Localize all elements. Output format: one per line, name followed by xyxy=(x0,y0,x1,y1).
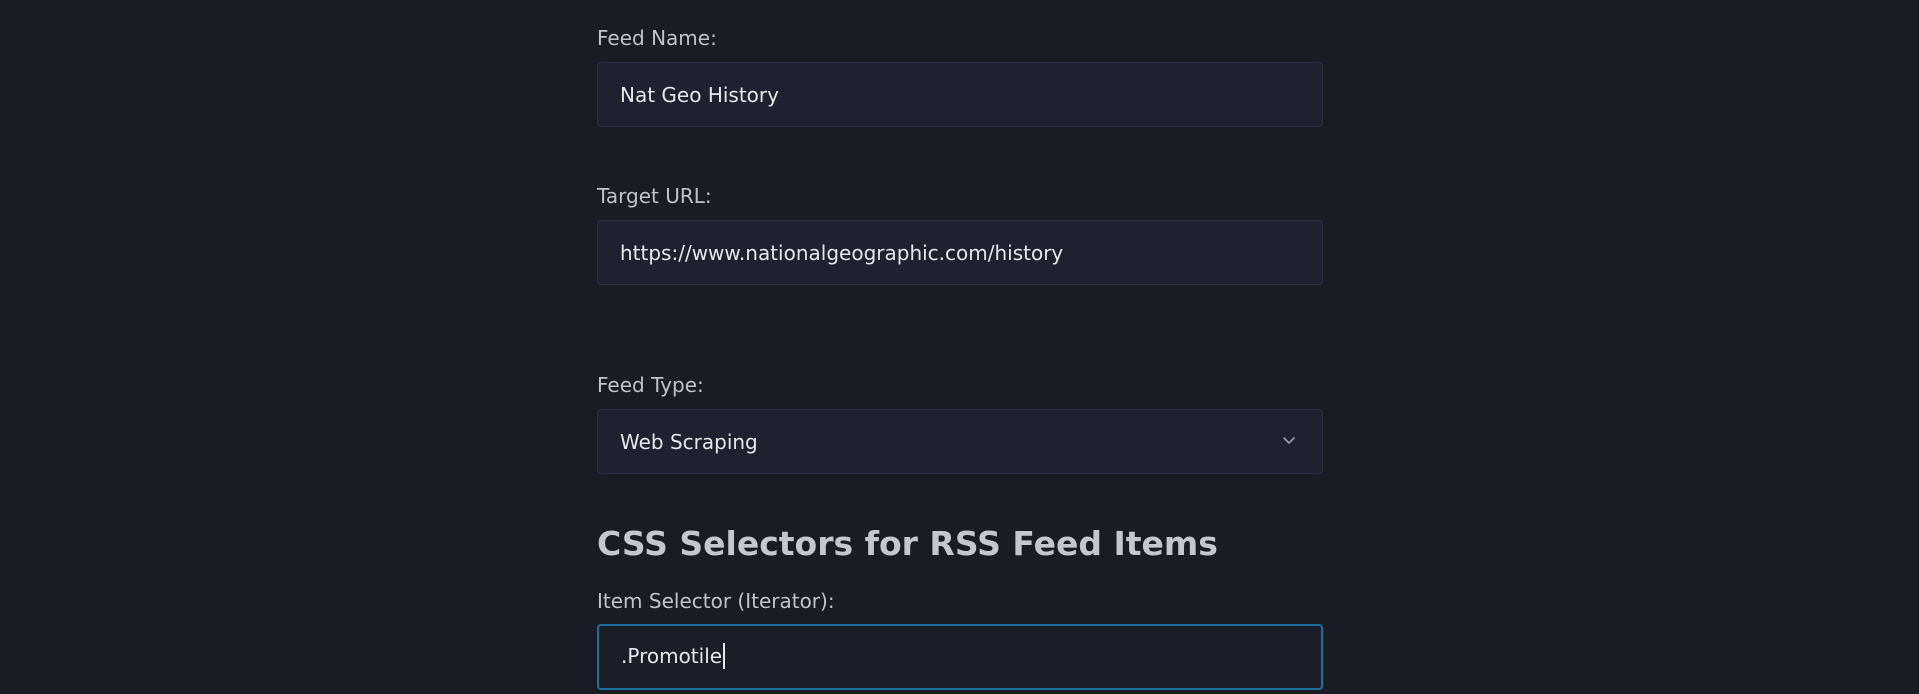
text-cursor xyxy=(723,643,726,670)
target-url-label: Target URL: xyxy=(597,184,712,208)
feed-type-label: Feed Type: xyxy=(597,373,704,397)
feed-type-selected-value: Web Scraping xyxy=(620,429,758,454)
target-url-value: https://www.nationalgeographic.com/histo… xyxy=(620,240,1064,265)
css-selectors-heading: CSS Selectors for RSS Feed Items xyxy=(597,524,1218,563)
item-selector-label: Item Selector (Iterator): xyxy=(597,589,835,613)
target-url-input[interactable]: https://www.nationalgeographic.com/histo… xyxy=(597,220,1323,285)
item-selector-text: .Promotile xyxy=(621,643,723,668)
chevron-down-icon xyxy=(1283,436,1295,444)
feed-name-value: Nat Geo History xyxy=(620,82,779,107)
feed-name-label: Feed Name: xyxy=(597,26,717,50)
feed-type-select[interactable]: Web Scraping xyxy=(597,409,1323,474)
item-selector-input[interactable]: .Promotile xyxy=(597,624,1323,690)
item-selector-value: .Promotile xyxy=(599,643,726,671)
feed-name-input[interactable]: Nat Geo History xyxy=(597,62,1323,127)
